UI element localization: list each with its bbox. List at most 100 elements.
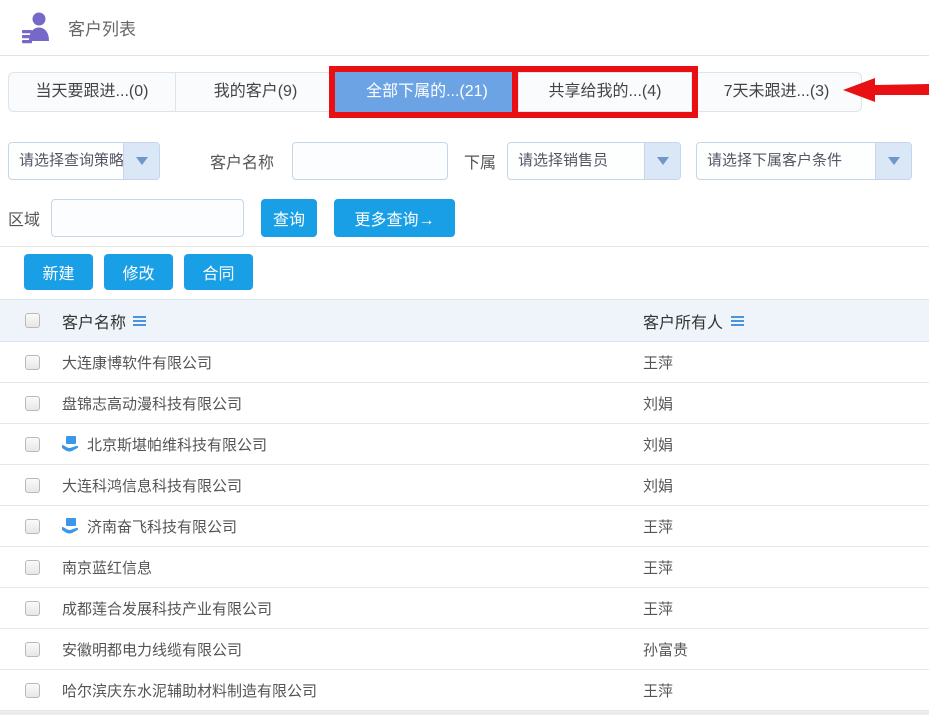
region-label: 区域: [8, 206, 40, 230]
tab-4[interactable]: 7天未跟进...(3): [691, 72, 862, 112]
row-checkbox[interactable]: [25, 601, 40, 616]
action-button-1[interactable]: 修改: [104, 254, 173, 290]
filter-row-1: 请选择查询策略 客户名称 下属 请选择销售员 请选择下属客户条件: [0, 141, 929, 181]
customer-owner: 王萍: [643, 557, 673, 578]
customer-owner-column-header: 客户所有人: [643, 309, 929, 333]
customer-owner-cell: 刘娟: [643, 475, 929, 496]
query-strategy-dropdown[interactable]: 请选择查询策略: [8, 142, 160, 180]
table-row[interactable]: 安徽明都电力线缆有限公司 孙富贵: [0, 629, 929, 670]
customer-person-icon: [20, 11, 52, 45]
salesman-dropdown[interactable]: 请选择销售员: [507, 142, 681, 180]
customer-name: 南京蓝红信息: [62, 557, 152, 578]
customer-name-cell: 哈尔滨庆东水泥辅助材料制造有限公司: [62, 680, 643, 701]
row-checkbox-cell: [0, 601, 62, 616]
row-checkbox-cell: [0, 396, 62, 411]
row-checkbox-cell: [0, 519, 62, 534]
row-checkbox-cell: [0, 478, 62, 493]
table-row[interactable]: 盘锦志高动漫科技有限公司 刘娟: [0, 383, 929, 424]
customer-name-cell: 济南奋飞科技有限公司: [62, 516, 643, 537]
row-checkbox-cell: [0, 437, 62, 452]
more-search-button[interactable]: 更多查询→: [334, 199, 455, 237]
customer-owner: 刘娟: [643, 475, 673, 496]
customer-name: 成都莲合发展科技产业有限公司: [62, 598, 272, 619]
customer-name-cell: 安徽明都电力线缆有限公司: [62, 639, 643, 660]
chevron-down-icon[interactable]: [123, 143, 159, 179]
tab-0[interactable]: 当天要跟进...(0): [8, 72, 176, 112]
table-header-row: 客户名称 客户所有人: [0, 299, 929, 342]
salesman-value: 请选择销售员: [508, 143, 644, 179]
tab-bar: 当天要跟进...(0)我的客户(9)全部下属的...(21)共享给我的...(4…: [8, 72, 929, 112]
chevron-down-icon[interactable]: [644, 143, 680, 179]
region-input[interactable]: [51, 199, 244, 237]
customer-owner-cell: 刘娟: [643, 393, 929, 414]
customer-owner: 刘娟: [643, 434, 673, 455]
customer-owner-cell: 刘娟: [643, 434, 929, 455]
table-row[interactable]: 济南奋飞科技有限公司 王萍: [0, 506, 929, 547]
customer-name: 济南奋飞科技有限公司: [87, 516, 237, 537]
row-checkbox[interactable]: [25, 683, 40, 698]
table-body: 大连康博软件有限公司王萍盘锦志高动漫科技有限公司刘娟北京斯堪帕维科技有限公司刘娟…: [0, 342, 929, 711]
customer-name-cell: 盘锦志高动漫科技有限公司: [62, 393, 643, 414]
customer-name-column-header: 客户名称: [62, 309, 643, 333]
action-button-2[interactable]: 合同: [184, 254, 253, 290]
row-checkbox[interactable]: [25, 437, 40, 452]
customer-owner: 王萍: [643, 352, 673, 373]
subordinate-condition-dropdown[interactable]: 请选择下属客户条件: [696, 142, 912, 180]
customer-name-input[interactable]: [292, 142, 448, 180]
row-checkbox[interactable]: [25, 355, 40, 370]
table-row[interactable]: 北京斯堪帕维科技有限公司刘娟: [0, 424, 929, 465]
tab-3[interactable]: 共享给我的...(4): [518, 72, 692, 112]
customer-owner-cell: 王萍: [643, 516, 929, 537]
row-checkbox[interactable]: [25, 519, 40, 534]
row-checkbox[interactable]: [25, 642, 40, 657]
tab-1[interactable]: 我的客户(9): [175, 72, 336, 112]
customer-name-cell: 大连科鸿信息科技有限公司: [62, 475, 643, 496]
customer-owner: 王萍: [643, 598, 673, 619]
customer-owner: 孙富贵: [643, 639, 688, 660]
horizontal-scrollbar[interactable]: [0, 711, 929, 715]
select-all-checkbox[interactable]: [25, 313, 40, 328]
customer-name-label: 客户名称: [210, 149, 274, 173]
customer-name: 安徽明都电力线缆有限公司: [62, 639, 242, 660]
customer-name-cell: 大连康博软件有限公司: [62, 352, 643, 373]
row-checkbox[interactable]: [25, 560, 40, 575]
subordinate-label: 下属: [464, 149, 496, 173]
row-checkbox[interactable]: [25, 396, 40, 411]
customer-name-cell: 北京斯堪帕维科技有限公司: [62, 434, 643, 455]
page-title: 客户列表: [68, 15, 136, 40]
column-label: 客户所有人: [643, 309, 723, 333]
table-row[interactable]: 大连康博软件有限公司 王萍: [0, 342, 929, 383]
subordinate-condition-value: 请选择下属客户条件: [697, 143, 875, 179]
query-strategy-value: 请选择查询策略: [9, 143, 123, 179]
action-button-0[interactable]: 新建: [24, 254, 93, 290]
tab-2[interactable]: 全部下属的...(21): [335, 72, 519, 112]
customer-list-page: 客户列表 当天要跟进...(0)我的客户(9)全部下属的...(21)共享给我的…: [0, 0, 929, 715]
search-button[interactable]: 查询: [261, 199, 317, 237]
chevron-down-icon[interactable]: [875, 143, 911, 179]
table-row[interactable]: 南京蓝红信息 王萍: [0, 547, 929, 588]
customer-owner-cell: 王萍: [643, 352, 929, 373]
header-checkbox-cell: [0, 313, 62, 328]
table-row[interactable]: 大连科鸿信息科技有限公司刘娟: [0, 465, 929, 506]
shared-customer-icon: [62, 436, 80, 452]
table-row[interactable]: 哈尔滨庆东水泥辅助材料制造有限公司 王萍: [0, 670, 929, 711]
shared-customer-icon: [62, 518, 80, 534]
customer-name-cell: 成都莲合发展科技产业有限公司: [62, 598, 643, 619]
row-checkbox-cell: [0, 355, 62, 370]
column-menu-icon[interactable]: [731, 316, 744, 326]
customer-name: 盘锦志高动漫科技有限公司: [62, 393, 242, 414]
red-arrow-annotation: [841, 76, 929, 104]
customer-owner: 刘娟: [643, 393, 673, 414]
page-header: 客户列表: [0, 0, 929, 56]
customer-owner-cell: 王萍: [643, 680, 929, 701]
filter-row-2: 区域 查询 更多查询→: [0, 198, 929, 238]
customer-name: 哈尔滨庆东水泥辅助材料制造有限公司: [62, 680, 317, 701]
row-checkbox[interactable]: [25, 478, 40, 493]
column-label: 客户名称: [62, 309, 126, 333]
table-row[interactable]: 成都莲合发展科技产业有限公司 王萍: [0, 588, 929, 629]
customer-owner-cell: 王萍: [643, 598, 929, 619]
column-menu-icon[interactable]: [133, 316, 146, 326]
row-checkbox-cell: [0, 642, 62, 657]
customer-name-cell: 南京蓝红信息: [62, 557, 643, 578]
customer-name: 大连康博软件有限公司: [62, 352, 212, 373]
